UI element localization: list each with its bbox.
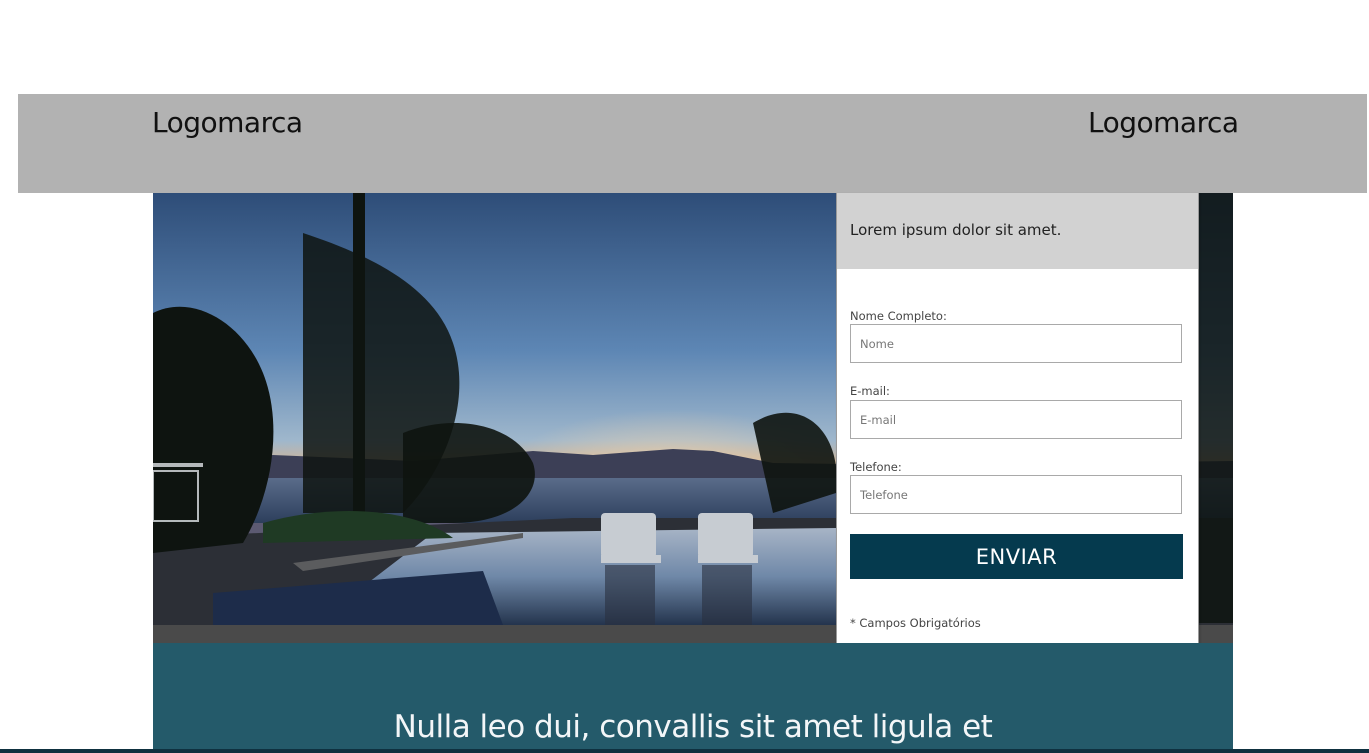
form-heading: Lorem ipsum dolor sit amet. — [850, 221, 1062, 239]
lead-form: Lorem ipsum dolor sit amet. Nome Complet… — [836, 193, 1199, 644]
form-header: Lorem ipsum dolor sit amet. — [837, 193, 1198, 269]
bottom-strip — [0, 749, 1369, 753]
name-input[interactable] — [850, 324, 1182, 363]
content-band: Nulla leo dui, convallis sit amet ligula… — [153, 643, 1233, 753]
submit-button[interactable]: ENVIAR — [850, 534, 1183, 579]
required-fields-note: * Campos Obrigatórios — [850, 616, 981, 630]
phone-input[interactable] — [850, 475, 1182, 514]
logo-left[interactable]: Logomarca — [152, 106, 303, 139]
band-title: Nulla leo dui, convallis sit amet ligula… — [393, 709, 993, 745]
phone-label: Telefone: — [850, 460, 902, 474]
logo-right[interactable]: Logomarca — [1088, 106, 1239, 139]
email-label: E-mail: — [850, 384, 890, 398]
name-label: Nome Completo: — [850, 309, 947, 323]
email-input[interactable] — [850, 400, 1182, 439]
